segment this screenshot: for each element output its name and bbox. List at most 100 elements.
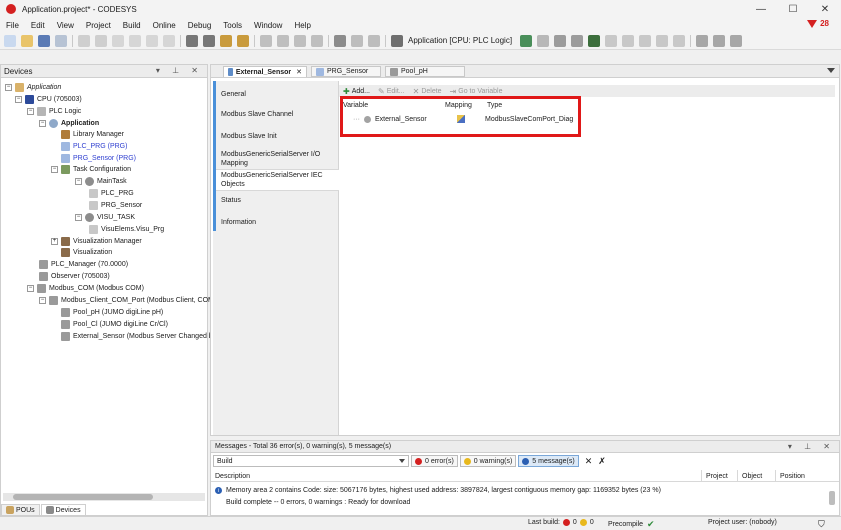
tree-item-pool-cl[interactable]: Pool_Cl (JUMO digiLine Cr/Cl)	[61, 318, 168, 330]
active-application-label[interactable]: Application [CPU: PLC Logic]	[408, 36, 512, 45]
minimize-button[interactable]: —	[745, 0, 777, 18]
delete-button[interactable]: ✕ Delete	[413, 87, 442, 96]
clear-filter-icon[interactable]: ✗	[598, 456, 606, 467]
collapse-icon[interactable]: −	[39, 119, 46, 127]
tree-item-modbus-client-com-port[interactable]: − Modbus_Client_COM_Port (Modbus Client,…	[39, 294, 231, 306]
tree-item-modbus-com[interactable]: − Modbus_COM (Modbus COM)	[27, 282, 144, 294]
menu-edit[interactable]: Edit	[31, 21, 45, 30]
column-variable[interactable]: Variable	[343, 99, 368, 111]
notifications-button[interactable]: 28	[807, 19, 829, 28]
menu-tools[interactable]: Tools	[223, 21, 242, 30]
tab-external-sensor[interactable]: External_Sensor ✕	[223, 66, 307, 77]
menu-build[interactable]: Build	[123, 21, 141, 30]
column-project[interactable]: Project	[701, 470, 737, 482]
step-out-icon[interactable]	[656, 34, 669, 47]
menu-file[interactable]: File	[6, 21, 19, 30]
cut-icon[interactable]	[112, 34, 124, 47]
tree-item-visuelems[interactable]: VisuElems.Visu_Prg	[89, 223, 164, 235]
precompile-status[interactable]: Precompile ✔	[608, 519, 655, 530]
collapse-icon[interactable]: −	[39, 296, 46, 304]
bookmark-clear-icon[interactable]	[294, 34, 306, 47]
replace-icon[interactable]	[203, 34, 215, 47]
tree-item-plc-prg[interactable]: PLC_PRG (PRG)	[61, 140, 127, 152]
tree-item-task-configuration[interactable]: − Task Configuration	[51, 163, 131, 175]
table-row[interactable]: ··· External_Sensor	[353, 113, 427, 125]
set-next-statement-icon[interactable]	[696, 34, 709, 47]
breakpoint-icon[interactable]	[605, 34, 618, 47]
new-file-icon[interactable]	[4, 34, 16, 47]
collapse-icon[interactable]: −	[27, 284, 34, 292]
tree-item-external-sensor[interactable]: External_Sensor (Modbus Server Changed b…	[61, 330, 216, 342]
menu-help[interactable]: Help	[294, 21, 310, 30]
nav-modbus-slave-channel[interactable]: Modbus Slave Channel	[213, 107, 338, 121]
column-description[interactable]: Description	[211, 470, 701, 482]
print-icon[interactable]	[55, 34, 67, 47]
devices-horizontal-scrollbar[interactable]	[3, 493, 205, 501]
message-row[interactable]: i Memory area 2 contains Code: size: 506…	[215, 485, 661, 496]
message-row[interactable]: Build complete -- 0 errors, 0 warnings :…	[215, 497, 410, 508]
clear-messages-icon[interactable]: ✕	[585, 456, 593, 467]
tree-item-visualization[interactable]: Visualization	[61, 246, 112, 258]
collapse-icon[interactable]: −	[75, 177, 82, 185]
clean-icon[interactable]	[368, 34, 380, 47]
tree-item-plc-logic[interactable]: − PLC Logic	[27, 105, 81, 117]
logout-icon[interactable]	[537, 34, 550, 47]
collapse-icon[interactable]: −	[15, 95, 22, 103]
reset-icon[interactable]	[588, 34, 601, 47]
close-tab-icon[interactable]: ✕	[296, 68, 302, 76]
nav-io-mapping[interactable]: ModbusGenericSerialServer I/O Mapping	[213, 148, 338, 170]
menu-online[interactable]: Online	[153, 21, 176, 30]
collapse-icon[interactable]: −	[27, 107, 34, 115]
tree-item-maintask-prg-sensor[interactable]: PRG_Sensor	[89, 199, 142, 211]
column-position[interactable]: Position	[775, 470, 827, 482]
scrollbar-thumb[interactable]	[13, 494, 153, 500]
maximize-button[interactable]: ☐	[777, 0, 809, 18]
delete-icon[interactable]	[163, 34, 175, 47]
force-values-icon[interactable]	[730, 34, 743, 47]
copy-icon[interactable]	[129, 34, 141, 47]
tree-item-pool-ph[interactable]: Pool_pH (JUMO digiLine pH)	[61, 306, 163, 318]
shield-icon[interactable]: ⛉	[818, 519, 825, 530]
mapping-icon[interactable]	[457, 113, 465, 125]
bookmark-prev-icon[interactable]	[277, 34, 289, 47]
tree-item-application-root[interactable]: − Application	[5, 81, 61, 93]
nav-iec-objects[interactable]: ModbusGenericSerialServer IEC Objects	[213, 169, 339, 191]
stop-icon[interactable]	[571, 34, 584, 47]
panel-controls[interactable]: ▾ ⊥ ✕	[156, 66, 203, 75]
tab-pool-ph[interactable]: Pool_pH	[385, 66, 465, 77]
menu-view[interactable]: View	[57, 21, 74, 30]
redo-icon[interactable]	[95, 34, 107, 47]
tab-pous[interactable]: POUs	[1, 504, 40, 516]
bookmark-icon[interactable]	[220, 34, 232, 47]
column-object[interactable]: Object	[737, 470, 775, 482]
tab-list-dropdown-icon[interactable]	[827, 68, 835, 73]
nav-general[interactable]: General	[213, 87, 338, 101]
bookmark-toggle-icon[interactable]	[260, 34, 272, 47]
tree-item-visu-task[interactable]: − VISU_TASK	[75, 211, 135, 223]
message-source-select[interactable]: Build	[213, 455, 409, 467]
close-window-button[interactable]: ✕	[809, 0, 841, 18]
tree-item-maintask-plc-prg[interactable]: PLC_PRG	[89, 187, 134, 199]
errors-filter[interactable]: 0 error(s)	[411, 455, 458, 467]
edit-button[interactable]: ✎ Edit...	[378, 87, 405, 96]
save-icon[interactable]	[38, 34, 50, 47]
build-icon[interactable]	[334, 34, 346, 47]
tree-item-cpu[interactable]: − CPU (705003)	[15, 93, 82, 105]
nav-modbus-slave-init[interactable]: Modbus Slave Init	[213, 129, 338, 143]
warnings-filter[interactable]: 0 warning(s)	[459, 455, 517, 467]
undo-icon[interactable]	[78, 34, 90, 47]
step-into-icon[interactable]	[639, 34, 652, 47]
open-folder-icon[interactable]	[21, 34, 33, 47]
tree-item-library-manager[interactable]: Library Manager	[61, 128, 124, 140]
step-over-icon[interactable]	[622, 34, 635, 47]
nav-status[interactable]: Status	[213, 193, 338, 207]
paste-icon[interactable]	[146, 34, 158, 47]
messages-filter[interactable]: 5 message(s)	[518, 455, 579, 467]
messages-scrollbar[interactable]	[829, 491, 835, 505]
login-icon[interactable]	[520, 34, 533, 47]
go-to-variable-button[interactable]: ⇥ Go to Variable	[450, 87, 503, 96]
tree-item-observer[interactable]: Observer (705003)	[39, 270, 110, 282]
collapse-icon[interactable]: −	[5, 83, 12, 91]
expand-icon[interactable]: +	[51, 237, 58, 245]
tree-item-plc-manager[interactable]: PLC_Manager (70.0000)	[39, 258, 128, 270]
